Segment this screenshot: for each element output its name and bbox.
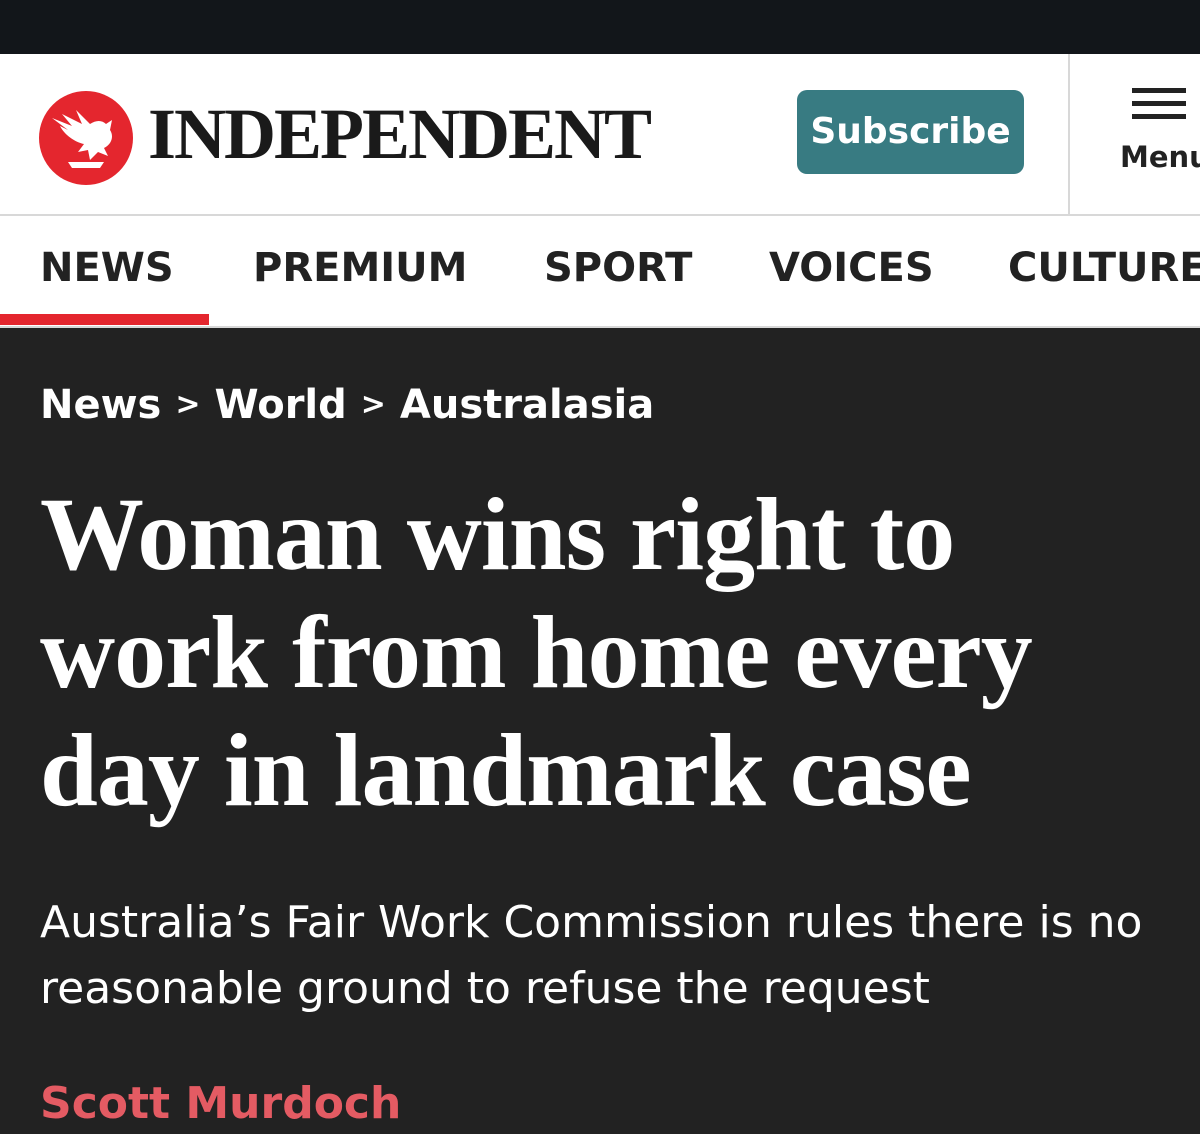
hamburger-menu-icon bbox=[1132, 88, 1186, 120]
breadcrumb-news[interactable]: News bbox=[40, 382, 161, 428]
breadcrumb-separator: > bbox=[175, 387, 201, 422]
breadcrumb: News > World > Australasia bbox=[40, 378, 654, 432]
article-header: News > World > Australasia Woman wins right … bbox=[0, 328, 1200, 1129]
nav-item-news[interactable]: NEWS bbox=[40, 244, 174, 292]
nav-item-voices[interactable]: VOICES bbox=[769, 244, 934, 292]
nav-item-culture[interactable]: CULTURE bbox=[1008, 244, 1200, 292]
breadcrumb-separator: > bbox=[360, 387, 386, 422]
article-standfirst: Australia’s Fair Work Commission rules t… bbox=[40, 897, 1143, 1014]
active-nav-indicator bbox=[0, 314, 209, 325]
article-headline: Woman wins right to work from home every… bbox=[40, 477, 1033, 828]
nav-item-premium[interactable]: PREMIUM bbox=[253, 244, 467, 292]
menu-divider bbox=[1068, 54, 1070, 214]
masthead: INDEPENDENT Subscribe Menu bbox=[0, 54, 1200, 216]
breadcrumb-world[interactable]: World bbox=[215, 382, 347, 428]
nav-item-sport[interactable]: SPORT bbox=[544, 244, 692, 292]
breadcrumb-australasia[interactable]: Australasia bbox=[400, 382, 654, 428]
eagle-logo-icon[interactable] bbox=[38, 90, 134, 186]
menu-button[interactable]: Menu bbox=[1110, 80, 1200, 190]
brand-wordmark[interactable]: INDEPENDENT bbox=[148, 94, 652, 174]
top-status-strip bbox=[0, 0, 1200, 54]
menu-label: Menu bbox=[1120, 140, 1200, 174]
author-byline[interactable]: Scott Murdoch bbox=[40, 1074, 401, 1134]
subscribe-button[interactable]: Subscribe bbox=[797, 90, 1024, 174]
section-nav: NEWS PREMIUM SPORT VOICES CULTURE bbox=[0, 216, 1200, 328]
